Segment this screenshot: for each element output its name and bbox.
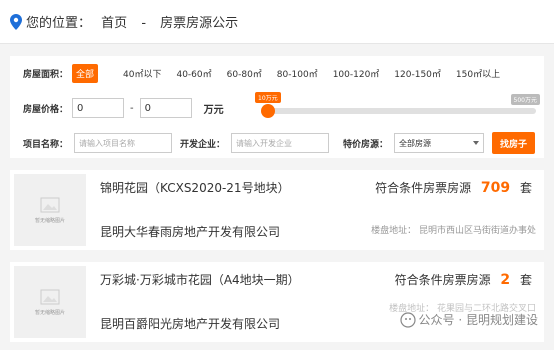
count-suffix: 套 xyxy=(519,273,532,287)
price-filter-row: 房屋价格： 0 - 0 万元 xyxy=(23,98,224,118)
area-label: 房屋面积： xyxy=(23,70,69,80)
price-min-input[interactable]: 0 xyxy=(72,98,125,118)
search-button[interactable]: 找房子 xyxy=(492,132,536,154)
area-option[interactable]: 100-120㎡ xyxy=(333,67,380,80)
count-value: 709 xyxy=(480,180,511,196)
developer-name: 昆明大华春雨房地产开发有限公司 xyxy=(100,225,281,239)
listing-address: 楼盘地址： 昆明市西山区马街街道办事处 xyxy=(371,226,536,236)
wechat-icon xyxy=(399,311,416,328)
listing-card[interactable]: 暂无缩略图片 万彩城·万彩城市花园（A4地块一期） 昆明百爵阳光房地产开发有限公… xyxy=(10,262,544,342)
breadcrumb-separator: - xyxy=(141,16,147,31)
project-name-input[interactable]: 请输入项目名称 xyxy=(74,133,173,153)
listing-thumbnail: 暂无缩略图片 xyxy=(14,266,86,338)
listing-thumbnail: 暂无缩略图片 xyxy=(14,174,86,246)
slider-track[interactable] xyxy=(268,108,536,114)
price-dash: - xyxy=(130,102,134,114)
special-select-value: 全部房源 xyxy=(399,138,432,148)
price-slider[interactable]: 10万元 500万元 xyxy=(255,92,540,122)
listing-card[interactable]: 暂无缩略图片 锦明花园（KCXS2020-21号地块） 昆明大华春雨房地产开发有… xyxy=(10,170,544,250)
area-option[interactable]: 150㎡以上 xyxy=(456,67,500,80)
breadcrumb-bar: 您的位置： 首页 - 房票房源公示 xyxy=(0,0,554,44)
count-prefix: 符合条件房票房源 xyxy=(394,273,491,287)
count-value: 2 xyxy=(500,272,511,288)
chevron-down-icon xyxy=(473,141,480,145)
area-option[interactable]: 40㎡以下 xyxy=(123,67,161,80)
count-suffix: 套 xyxy=(519,181,532,195)
area-filter-row: 房屋面积： 全部 40㎡以下 40-60㎡ 60-80㎡ 80-100㎡ 100… xyxy=(23,64,515,83)
developer-label: 开发企业： xyxy=(180,139,226,150)
price-unit: 万元 xyxy=(203,104,224,116)
area-option[interactable]: 40-60㎡ xyxy=(176,67,211,80)
special-label: 特价房源： xyxy=(343,139,389,150)
watermark: 公众号 · 昆明规划建设 xyxy=(399,311,538,328)
slider-min-label: 10万元 xyxy=(255,92,281,103)
count-prefix: 符合条件房票房源 xyxy=(375,181,472,195)
listing-count: 符合条件房票房源 2 套 xyxy=(395,271,532,288)
no-image-label: 暂无缩略图片 xyxy=(34,309,65,316)
special-select[interactable]: 全部房源 xyxy=(394,133,485,153)
area-option-all[interactable]: 全部 xyxy=(72,64,99,83)
project-label: 项目名称： xyxy=(23,139,69,150)
area-option[interactable]: 120-150㎡ xyxy=(394,67,441,80)
image-placeholder-icon xyxy=(40,197,60,212)
breadcrumb: 您的位置： 首页 - 房票房源公示 xyxy=(26,12,238,31)
breadcrumb-current: 房票房源公示 xyxy=(160,16,239,31)
filter-panel: 房屋面积： 全部 40㎡以下 40-60㎡ 60-80㎡ 80-100㎡ 100… xyxy=(10,56,544,158)
price-max-input[interactable]: 0 xyxy=(139,98,192,118)
project-name[interactable]: 万彩城·万彩城市花园（A4地块一期） xyxy=(100,271,325,289)
area-option[interactable]: 80-100㎡ xyxy=(277,67,318,80)
slider-max-label: 500万元 xyxy=(510,94,540,105)
area-option[interactable]: 60-80㎡ xyxy=(227,67,262,80)
no-image-label: 暂无缩略图片 xyxy=(34,217,65,224)
location-pin-icon xyxy=(10,13,22,30)
search-row: 项目名称： 请输入项目名称 开发企业： 请输入开发企业 特价房源： 全部房源 找… xyxy=(23,132,536,154)
image-placeholder-icon xyxy=(40,289,60,304)
breadcrumb-home-link[interactable]: 首页 xyxy=(101,16,127,31)
project-name[interactable]: 锦明花园（KCXS2020-21号地块） xyxy=(100,179,325,197)
watermark-text: 公众号 · 昆明规划建设 xyxy=(418,313,538,327)
listing-count: 符合条件房票房源 709 套 xyxy=(375,179,532,196)
price-label: 房屋价格： xyxy=(23,104,69,115)
slider-handle[interactable] xyxy=(261,104,275,118)
location-label: 您的位置： xyxy=(26,16,92,31)
developer-input[interactable]: 请输入开发企业 xyxy=(231,133,330,153)
developer-name: 昆明百爵阳光房地产开发有限公司 xyxy=(100,317,281,331)
